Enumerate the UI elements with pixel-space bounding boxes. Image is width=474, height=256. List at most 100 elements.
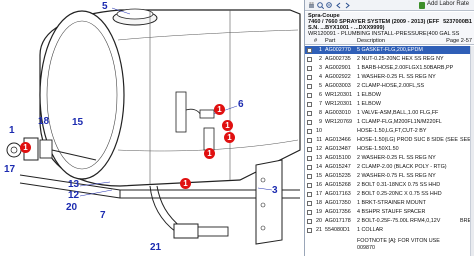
hotspot-marker[interactable]: 1	[180, 178, 191, 189]
row-part-number[interactable]: AG002922	[325, 74, 355, 80]
row-checkbox[interactable]	[307, 47, 312, 53]
row-part-number[interactable]: AG017163	[325, 191, 355, 197]
callout-13[interactable]: 13	[68, 180, 79, 190]
table-row[interactable]: 5 AG003003 2 CLAMP-HOSE,2.00FL,SS	[305, 82, 474, 90]
table-row[interactable]: 9 WR120769 1 CLAMP-FLG,M200FL1N/M220FL	[305, 118, 474, 126]
vertical-scrollbar[interactable]	[470, 46, 474, 256]
row-checkbox[interactable]	[307, 164, 312, 170]
row-number: 15	[316, 173, 322, 179]
zoom-out-icon[interactable]	[326, 2, 333, 9]
callout-1[interactable]: 1	[9, 126, 15, 136]
row-part-number[interactable]: AG003010	[325, 110, 355, 116]
exploded-parts-diagram[interactable]: 5 18 15 1 17 13 12 20 7 21 3 6 1 1 1 1 1…	[0, 0, 304, 256]
row-part-number[interactable]: AG015247	[325, 164, 355, 170]
hotspot-marker[interactable]: 1	[204, 148, 215, 159]
table-row[interactable]: 6 WR120301 1 ELBOW	[305, 91, 474, 99]
table-row[interactable]: 11 AG013466 HOSE-1.50(LG) PROD SUC 8 SIDE …	[305, 136, 474, 144]
row-checkbox[interactable]	[307, 227, 312, 233]
callout-21[interactable]: 21	[150, 243, 161, 253]
callout-3[interactable]: 3	[272, 186, 278, 196]
row-checkbox[interactable]	[307, 128, 312, 134]
row-checkbox[interactable]	[307, 65, 312, 71]
callout-5[interactable]: 5	[102, 2, 108, 12]
table-row[interactable]: 10 HOSE-1.50,LG,FT,CUT-2 BY	[305, 127, 474, 135]
row-checkbox[interactable]	[307, 200, 312, 206]
column-description[interactable]: Description	[357, 38, 385, 44]
table-row[interactable]: 7 WR120301 1 ELBOW	[305, 100, 474, 108]
table-row[interactable]: 4 AG002922 1 WASHER-0.25 FL SS REG NY	[305, 73, 474, 81]
row-part-number[interactable]: AG002770	[325, 47, 355, 53]
callout-7[interactable]: 7	[100, 211, 106, 221]
row-checkbox[interactable]	[307, 209, 312, 215]
table-row[interactable]: 14 AG015247 2 CLAMP-2.00 (BLACK POLY - RTG…	[305, 163, 474, 171]
table-row[interactable]: 16 AG015268 2 BOLT 0.31-18NCX 0.75 SS HHD	[305, 181, 474, 189]
row-part-number[interactable]: AG015235	[325, 173, 355, 179]
hotspot-marker[interactable]: 1	[214, 104, 225, 115]
callout-18[interactable]: 18	[38, 117, 49, 127]
table-row[interactable]: 20 AG017178 2 BOLT-0.25F-75.00L RFM4,0,12V…	[305, 217, 474, 225]
callout-6[interactable]: 6	[238, 100, 244, 110]
zoom-in-icon[interactable]	[317, 2, 324, 9]
table-row[interactable]: 18 AG017350 1 BRKT-STRAINER MOUNT	[305, 199, 474, 207]
row-description: 2 BOLT 0.25-20NC X 0.75 SS HHD	[357, 191, 442, 197]
arrow-left-icon[interactable]	[335, 2, 342, 9]
table-row[interactable]: 15 AG015235 2 WASHER-0.75 FL SS REG NY	[305, 172, 474, 180]
callout-20[interactable]: 20	[66, 203, 77, 213]
row-part-number[interactable]: AG013487	[325, 146, 355, 152]
row-part-number[interactable]: 554080D1	[325, 227, 355, 233]
row-checkbox[interactable]	[307, 83, 312, 89]
row-checkbox[interactable]	[307, 56, 312, 62]
arrow-right-icon[interactable]	[344, 2, 351, 9]
row-part-number[interactable]: AG002901	[325, 65, 355, 71]
add-labor-rate-button[interactable]: Add Labor Rate	[427, 1, 469, 7]
print-icon[interactable]	[308, 2, 315, 9]
row-number: 14	[316, 164, 322, 170]
hotspot-marker[interactable]: 1	[222, 120, 233, 131]
toolbar: Add Labor Rate	[305, 0, 474, 11]
row-checkbox[interactable]	[307, 182, 312, 188]
table-row[interactable]: 17 AG017163 2 BOLT 0.25-20NC X 0.75 SS HHD	[305, 190, 474, 198]
table-row[interactable]: 21 554080D1 1 COLLAR	[305, 226, 474, 234]
column-number[interactable]: #	[314, 38, 317, 44]
row-checkbox[interactable]	[307, 155, 312, 161]
callout-17[interactable]: 17	[4, 165, 15, 175]
table-row[interactable]: 2 AG002735 2 NUT-0.25-20NC HEX SS REG NY	[305, 55, 474, 63]
row-part-number[interactable]: AG013466	[325, 137, 355, 143]
row-part-number[interactable]: AG015100	[325, 155, 355, 161]
row-checkbox[interactable]	[307, 119, 312, 125]
hotspot-marker[interactable]: 1	[20, 142, 31, 153]
row-checkbox[interactable]	[307, 137, 312, 143]
row-description: 1 WASHER-0.25 FL SS REG NY	[357, 74, 436, 80]
row-part-number[interactable]: WR120301	[325, 101, 355, 107]
callout-15[interactable]: 15	[72, 118, 83, 128]
row-part-number[interactable]: AG017356	[325, 209, 355, 215]
row-part-number[interactable]: AG017178	[325, 218, 355, 224]
row-checkbox[interactable]	[307, 146, 312, 152]
row-part-number[interactable]: WR120301	[325, 92, 355, 98]
table-row[interactable]: 13 AG015100 2 WASHER-0.25 FL SS REG NY	[305, 154, 474, 162]
row-part-number[interactable]: AG003003	[325, 83, 355, 89]
table-row[interactable]: 8 AG003010 1 VALVE-ASM,BALL,1.00 FLG,FF	[305, 109, 474, 117]
table-row[interactable]: 12 AG013487 HOSE-1.50X1.50	[305, 145, 474, 153]
table-row[interactable]: 3 AG002901 1 BARB-HOSE,2.00FLGX1.50BARB,PP	[305, 64, 474, 72]
row-checkbox[interactable]	[307, 110, 312, 116]
row-checkbox[interactable]	[307, 92, 312, 98]
row-description: 1 ELBOW	[357, 101, 381, 107]
column-part[interactable]: Part	[325, 38, 335, 44]
hotspot-marker[interactable]: 1	[224, 132, 235, 143]
add-labor-rate-icon[interactable]	[419, 2, 425, 9]
row-part-number[interactable]: AG017350	[325, 200, 355, 206]
callout-12[interactable]: 12	[68, 191, 79, 201]
row-checkbox[interactable]	[307, 218, 312, 224]
row-checkbox[interactable]	[307, 101, 312, 107]
row-checkbox[interactable]	[307, 74, 312, 80]
table-row[interactable]: 19 AG017356 4 BSHPR STAUFF SPACER	[305, 208, 474, 216]
row-part-number[interactable]: AG002735	[325, 56, 355, 62]
row-number: 18	[316, 200, 322, 206]
row-part-number[interactable]: AG015268	[325, 182, 355, 188]
table-row[interactable]: 1 AG002770 5 GASKET-FLG,200,EPDM	[305, 46, 474, 54]
row-checkbox[interactable]	[307, 173, 312, 179]
row-checkbox[interactable]	[307, 191, 312, 197]
page-number: Page 2-57	[446, 38, 472, 44]
row-part-number[interactable]: WR120769	[325, 119, 355, 125]
